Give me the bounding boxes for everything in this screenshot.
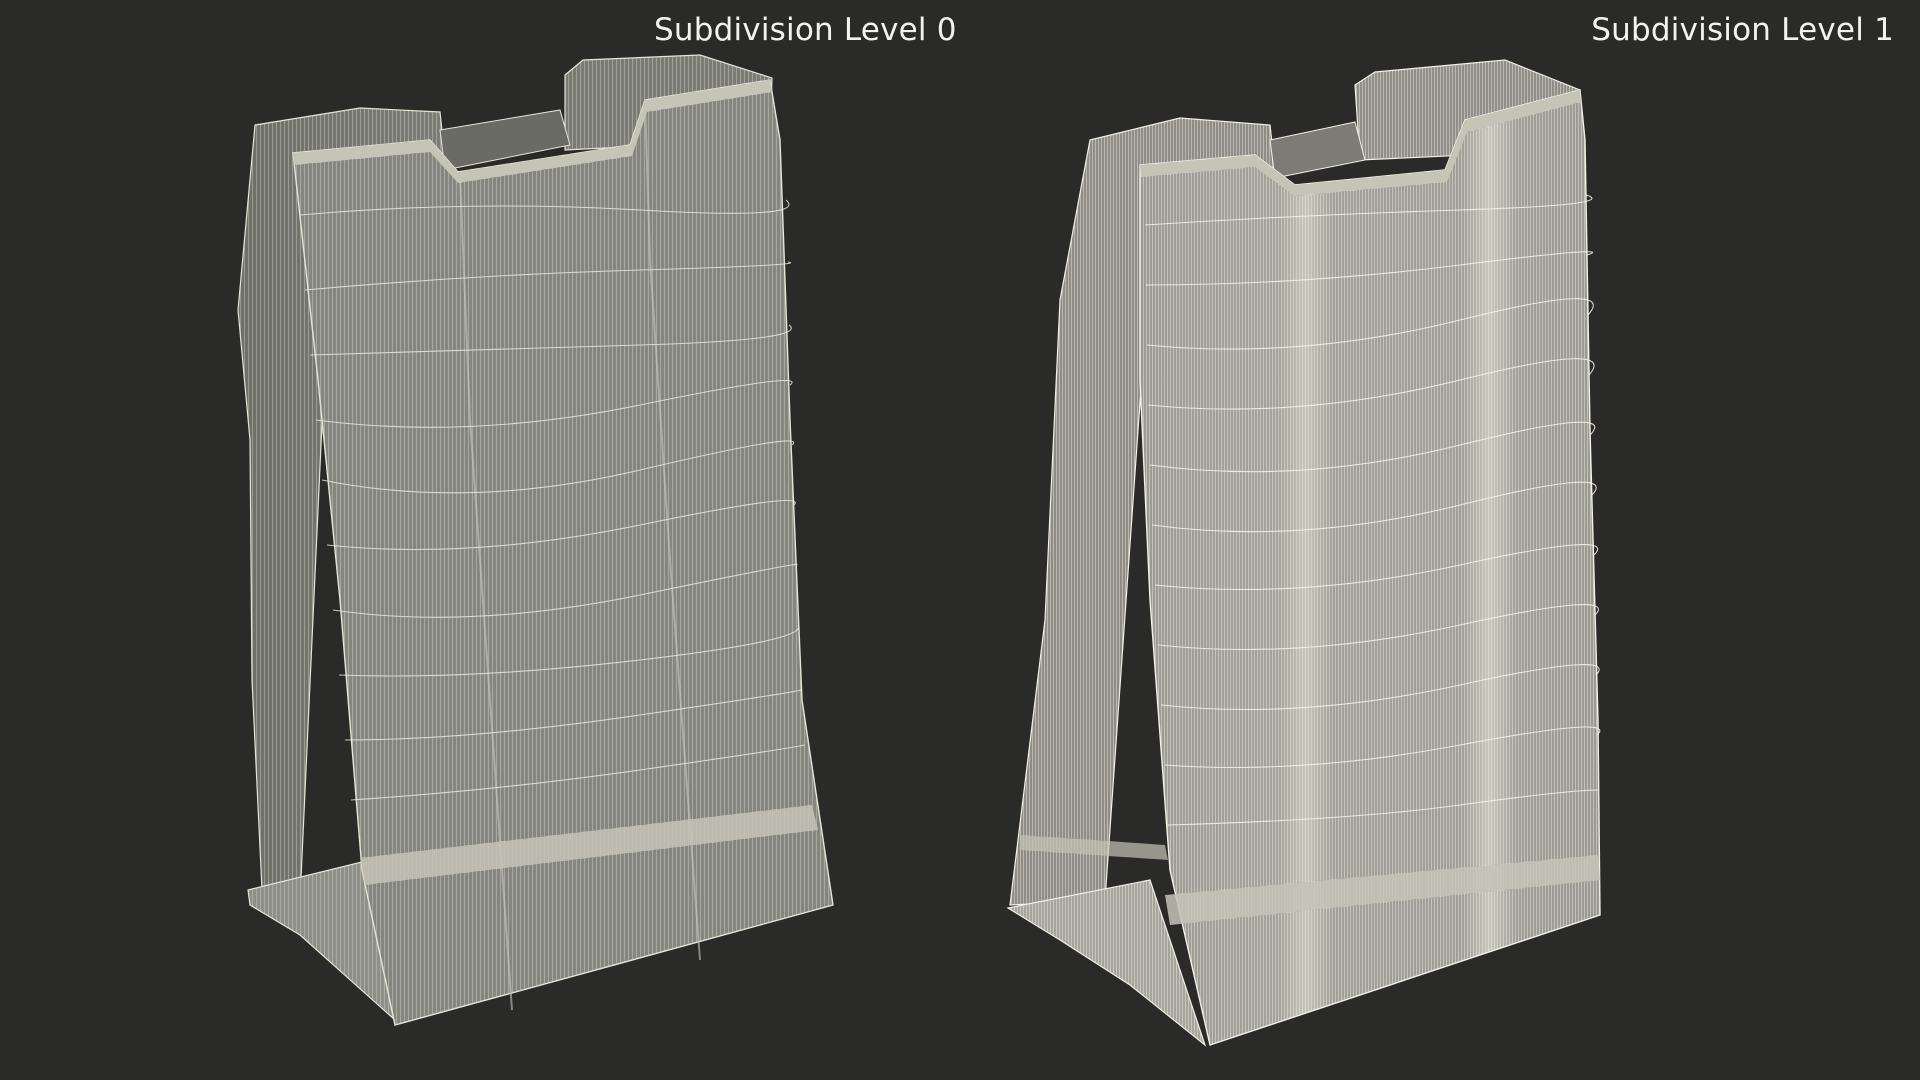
render-canvas xyxy=(237,54,1601,1047)
bag-model-level-0 xyxy=(237,54,834,1026)
viewport: Subdivision Level 0 Subdivision Level 1 xyxy=(0,0,1920,1080)
bag-model-level-1 xyxy=(1006,59,1601,1047)
